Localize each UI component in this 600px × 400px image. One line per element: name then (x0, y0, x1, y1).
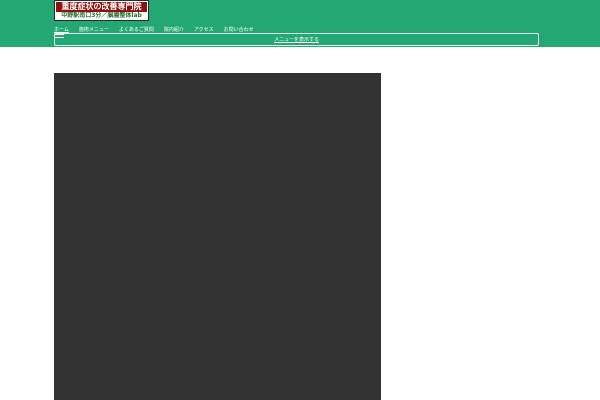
site-header: 重度症状の改善専門院 中野駅南口3分／脳腸整体lab ホーム 施術メニュー よく… (0, 0, 600, 47)
menu-toggle-button[interactable]: メニューを表示する (54, 33, 539, 46)
menu-toggle-label: メニューを表示する (273, 36, 319, 43)
video-panel[interactable] (54, 73, 381, 400)
site-logo[interactable]: 重度症状の改善専門院 中野駅南口3分／脳腸整体lab (54, 0, 149, 21)
hamburger-bar (54, 37, 64, 38)
hamburger-icon[interactable] (54, 34, 64, 39)
logo-title: 重度症状の改善専門院 (56, 2, 147, 12)
logo-subtitle: 中野駅南口3分／脳腸整体lab (56, 12, 147, 20)
